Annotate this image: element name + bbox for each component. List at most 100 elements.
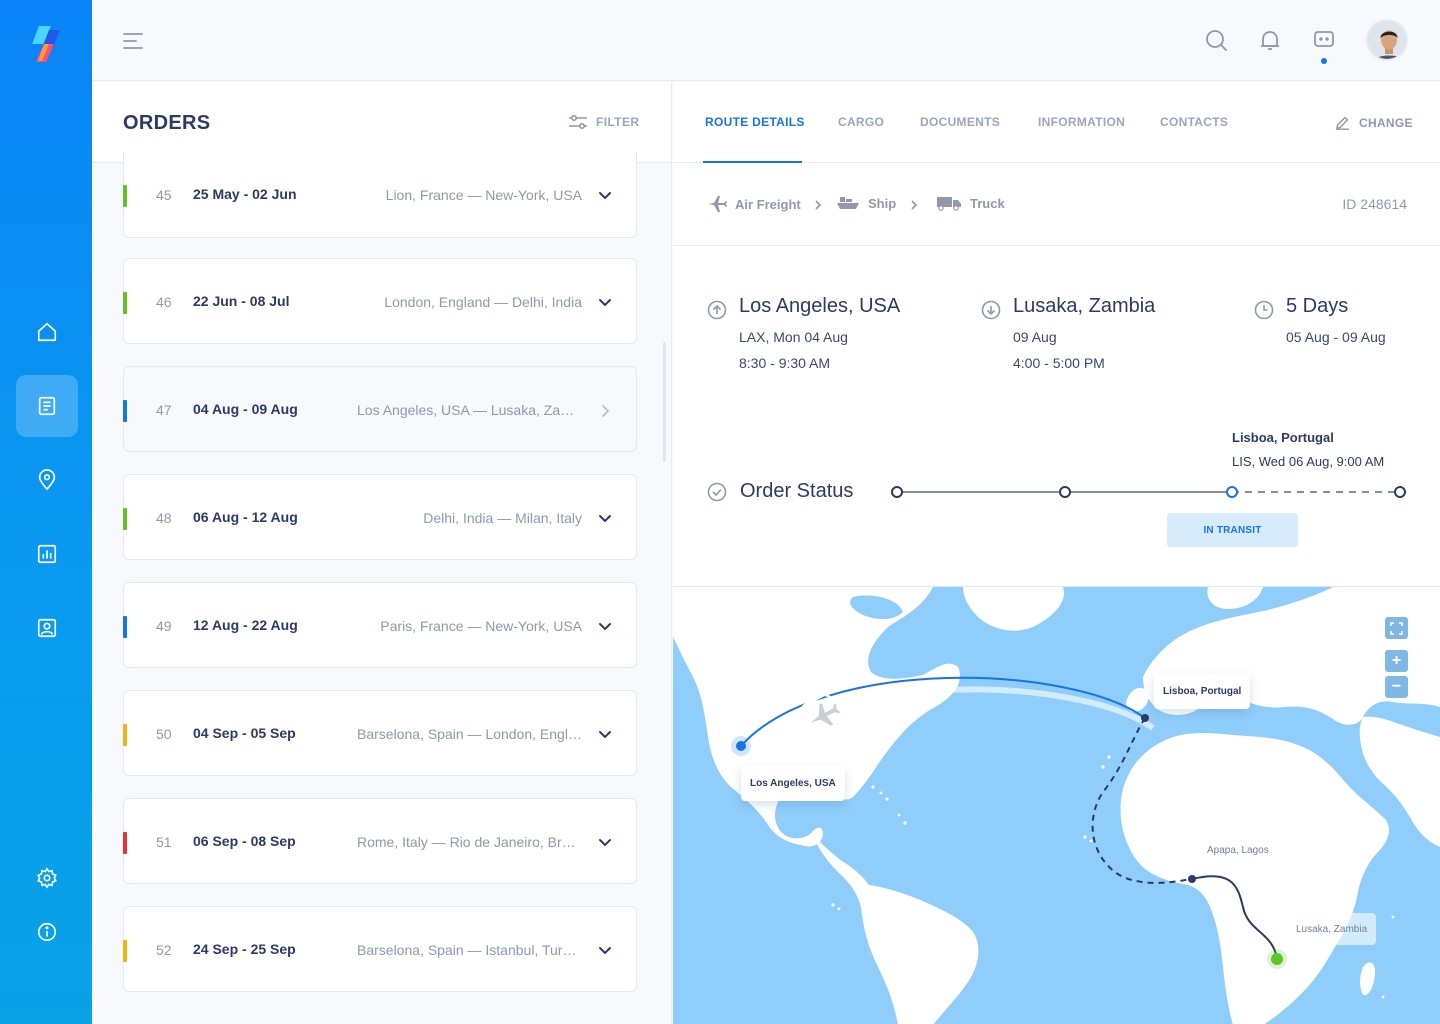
order-dates: 24 Sep - 25 Sep [193,941,296,957]
order-route: Paris, France — New-York, USA [380,618,582,634]
origin-time: 8:30 - 9:30 AM [739,355,831,371]
order-dates: 22 Jun - 08 Jul [193,293,290,309]
order-route: Barselona, Spain — London, England [357,726,582,742]
order-number: 51 [156,834,172,850]
change-button[interactable]: CHANGE [1335,115,1413,130]
status-badge: IN TRANSIT [1167,513,1298,547]
orders-icon [38,396,56,416]
route-map[interactable]: + − Los Angeles, USA Lisboa, Portugal Ap… [673,586,1440,1024]
status-track [891,486,1406,498]
page-title: ORDERS [123,112,211,134]
mode-truck[interactable]: Truck [936,195,1005,211]
chevron-down-icon[interactable] [598,836,612,850]
order-number: 48 [156,510,172,526]
order-route: Los Angeles, USA — Lusaka, Zambia [357,402,582,418]
avatar[interactable] [1366,19,1408,61]
chevron-down-icon[interactable] [598,296,612,310]
mode-ship[interactable]: Ship [836,195,896,211]
user-avatar-icon [1368,21,1406,59]
tab-contacts[interactable]: CONTACTS [1160,115,1228,129]
order-card[interactable]: 51 06 Sep - 08 Sep Rome, Italy — Rio de … [123,798,637,884]
order-card[interactable]: 49 12 Aug - 22 Aug Paris, France — New-Y… [123,582,637,668]
nav-orders[interactable] [16,375,78,437]
order-card-selected[interactable]: 47 04 Aug - 09 Aug Los Angeles, USA — Lu… [123,366,637,452]
nav-location[interactable] [16,449,78,511]
chevron-right-icon [911,200,918,210]
track-point [891,486,903,498]
order-number: 45 [156,187,172,203]
tab-cargo[interactable]: CARGO [838,115,884,129]
nav-analytics[interactable] [16,523,78,585]
order-route: Rome, Italy — Rio de Janeiro, Brazil [357,834,582,850]
waypoint-city: Lisboa, Portugal [1232,430,1334,445]
mode-label: Air Freight [735,196,801,212]
order-number: 47 [156,402,172,418]
order-card[interactable]: 50 04 Sep - 05 Sep Barselona, Spain — Lo… [123,690,637,776]
mode-air-freight[interactable]: Air Freight [707,195,801,213]
tab-documents[interactable]: DOCUMENTS [920,115,1000,129]
notification-dot [1321,58,1327,64]
filter-button[interactable]: FILTER [568,114,640,130]
duration-range: 05 Aug - 09 Aug [1286,329,1386,345]
location-icon [38,469,56,491]
order-card[interactable]: 46 22 Jun - 08 Jul London, England — Del… [123,258,637,344]
order-route: Delhi, India — Milan, Italy [423,510,582,526]
origin-date: LAX, Mon 04 Aug [739,329,848,345]
map-label-lagos: Apapa, Lagos [1192,833,1284,867]
nav-contacts[interactable] [16,597,78,659]
order-status-text: Order Status [740,480,854,502]
status-bar [123,616,127,638]
order-status-label: Order Status [707,480,853,503]
scrollbar[interactable] [663,342,666,462]
contacts-icon [37,618,57,638]
mode-label: Ship [868,195,897,211]
search-icon[interactable] [1204,28,1228,52]
details-panel: ROUTE DETAILS CARGO DOCUMENTS INFORMATIO… [673,82,1440,586]
nav-settings[interactable] [16,847,78,909]
expand-icon [1390,621,1403,635]
order-route: London, England — Delhi, India [384,294,582,310]
order-dates: 12 Aug - 22 Aug [193,617,298,633]
tab-underline [703,161,802,163]
chevron-down-icon[interactable] [598,512,612,526]
nav-info[interactable] [16,901,78,963]
order-card[interactable]: 52 24 Sep - 25 Sep Barselona, Spain — Is… [123,906,637,992]
order-number: 49 [156,618,172,634]
check-circle-icon [707,482,727,501]
track-point [1394,486,1406,498]
chevron-down-icon[interactable] [598,189,612,203]
chat-icon[interactable] [1312,28,1336,52]
order-card[interactable]: 48 06 Aug - 12 Aug Delhi, India — Milan,… [123,474,637,560]
expand-map-button[interactable] [1385,617,1408,639]
map-label-lisbon: Lisboa, Portugal [1154,673,1251,709]
order-card[interactable]: 45 25 May - 02 Jun Lion, France — New-Yo… [123,152,637,238]
mode-label: Truck [970,195,1005,211]
track-point-current [1226,486,1238,498]
tab-route-details[interactable]: ROUTE DETAILS [705,115,805,129]
topbar [92,0,1440,81]
nav-home[interactable] [16,301,78,363]
orders-header: ORDERS FILTER [92,82,671,163]
chevron-right-icon[interactable] [598,404,612,418]
arrow-up-circle-icon [707,300,727,320]
bell-icon[interactable] [1258,28,1282,52]
tab-information[interactable]: INFORMATION [1038,115,1125,129]
track-point [1059,486,1071,498]
change-label: CHANGE [1359,115,1413,130]
truck-icon [937,197,961,211]
zoom-in-button[interactable]: + [1385,650,1408,672]
menu-icon[interactable] [122,30,144,52]
world-map [673,587,1440,1024]
ship-icon [837,197,859,209]
sidebar [0,0,92,1024]
chevron-down-icon[interactable] [598,620,612,634]
chevron-down-icon[interactable] [598,728,612,742]
orders-panel: ORDERS FILTER 45 25 May - 02 Jun Lion, F… [92,82,672,1024]
chevron-down-icon[interactable] [598,944,612,958]
zoom-out-button[interactable]: − [1385,676,1408,698]
plane-icon [708,196,727,212]
map-label-lusaka: Lusaka, Zambia [1287,913,1377,945]
order-route: Lion, France — New-York, USA [385,187,582,203]
destination-time: 4:00 - 5:00 PM [1013,355,1105,371]
filter-icon [569,114,587,130]
